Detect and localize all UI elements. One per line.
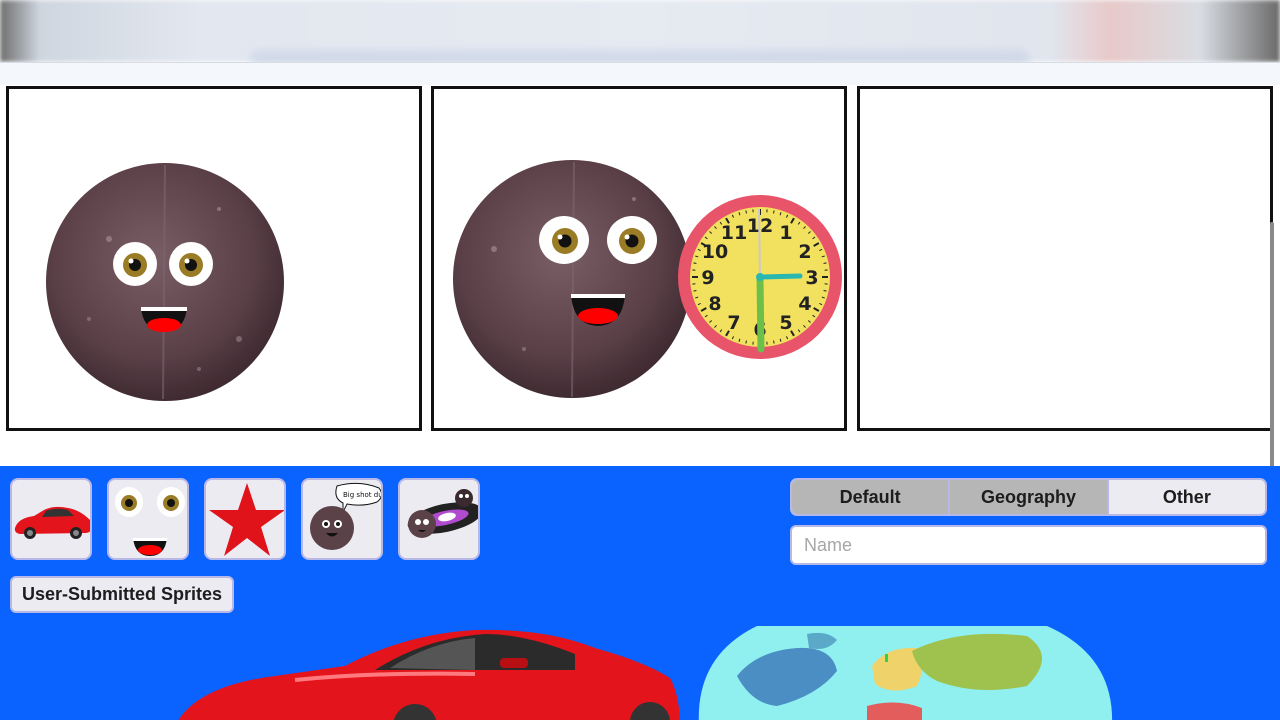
sprite-speech-planet[interactable]: Big shot dude <box>301 478 383 560</box>
comic-panel-1[interactable] <box>6 86 422 431</box>
clock-number: 1 <box>779 222 792 244</box>
clock-number: 9 <box>701 267 714 289</box>
clock-number: 7 <box>727 312 740 334</box>
clock-number: 8 <box>708 293 721 315</box>
page-scrollbar[interactable] <box>1270 222 1274 468</box>
tab-other[interactable]: Other <box>1106 480 1265 514</box>
speech-planet-icon: Big shot dude <box>310 482 383 550</box>
sprite-star[interactable] <box>204 478 286 560</box>
tab-geography[interactable]: Geography <box>948 480 1107 514</box>
clock-icon: 121234567891011 <box>678 195 842 359</box>
clock-number: 4 <box>798 293 811 315</box>
clock-number: 5 <box>779 312 792 334</box>
clock-number: 3 <box>805 267 818 289</box>
category-tabs: Default Geography Other <box>790 478 1267 516</box>
car-preview-image[interactable] <box>175 626 685 720</box>
galaxy-planet-icon <box>407 489 478 538</box>
name-input[interactable] <box>790 525 1267 565</box>
planet-face-scene <box>46 163 284 401</box>
speech-bubble-text: Big shot dude <box>343 491 383 499</box>
sprite-galaxy-planet[interactable] <box>398 478 480 560</box>
car-icon <box>14 506 90 539</box>
clock-number: 2 <box>798 241 811 263</box>
browser-top-bar <box>0 0 1280 66</box>
face-icon <box>115 487 185 556</box>
comic-panel-3[interactable] <box>857 86 1273 431</box>
planet-character <box>46 163 284 401</box>
comic-panel-2[interactable]: 121234567891011 <box>431 86 847 431</box>
world-map-image[interactable] <box>697 626 1115 720</box>
sprite-editor: Big shot dude User-Submitted Sprites Def… <box>0 466 1280 720</box>
page-header-strip <box>0 62 1280 85</box>
tab-default[interactable]: Default <box>792 480 949 514</box>
planet-clock-scene: 121234567891011 <box>453 160 842 398</box>
clock-number: 10 <box>702 241 728 263</box>
planet-character <box>453 160 691 398</box>
user-submitted-sprites-button[interactable]: User-Submitted Sprites <box>10 576 235 613</box>
sprite-face[interactable] <box>107 478 189 560</box>
star-icon <box>209 483 284 556</box>
clock-number: 11 <box>721 222 747 244</box>
sprite-car[interactable] <box>10 478 92 560</box>
